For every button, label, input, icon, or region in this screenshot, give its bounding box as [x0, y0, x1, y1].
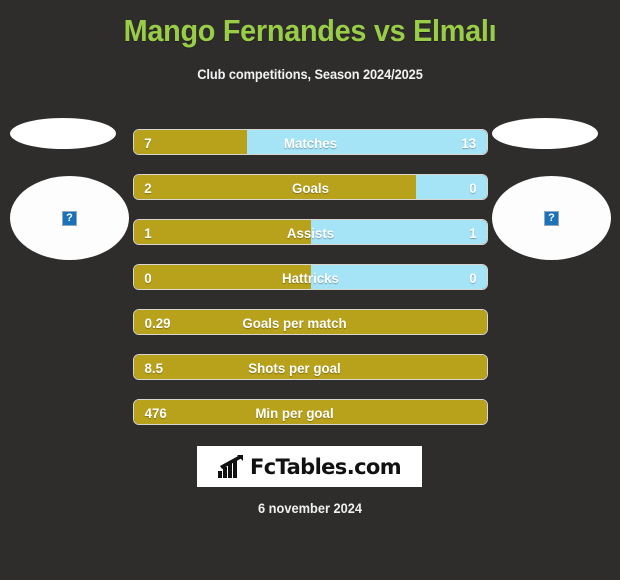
away-avatar-main-ellipse: ? — [492, 176, 611, 260]
fctables-logo[interactable]: FcTables.com — [197, 446, 422, 487]
stat-away-value: 0 — [469, 180, 477, 196]
broken-image-icon: ? — [62, 210, 77, 226]
stat-home-value: 8.5 — [144, 360, 163, 376]
stat-away-fill — [246, 130, 487, 154]
page-subtitle: Club competitions, Season 2024/2025 — [197, 67, 423, 82]
broken-image-icon: ? — [544, 210, 559, 226]
stat-row: 8.5 Shots per goal — [133, 354, 488, 380]
stat-away-value: 0 — [469, 270, 477, 286]
stat-away-fill — [310, 265, 487, 289]
stat-row: 0 0 Hattricks — [133, 264, 488, 290]
stat-home-fill — [134, 265, 311, 289]
stat-home-value: 2 — [144, 180, 152, 196]
stat-home-value: 7 — [144, 135, 152, 151]
stat-away-value: 1 — [469, 225, 477, 241]
fctables-logo-text: FcTables.com — [249, 454, 402, 479]
stat-away-fill — [310, 220, 487, 244]
stat-row: 2 0 Goals — [133, 174, 488, 200]
stat-home-fill — [134, 175, 417, 199]
stat-home-fill — [134, 220, 311, 244]
stat-home-fill — [134, 355, 487, 379]
stats-comparison-list: 7 13 Matches 2 0 Goals 1 1 Assists 0 0 Hattricks 0.2… — [133, 129, 488, 444]
stat-row: 1 1 Assists — [133, 219, 488, 245]
stat-home-value: 0 — [144, 270, 152, 286]
stat-row: 0.29 Goals per match — [133, 309, 488, 335]
away-avatar-top-ellipse — [492, 118, 598, 149]
stat-row: 476 Min per goal — [133, 399, 488, 425]
away-player-avatar: ? — [490, 118, 612, 263]
stat-away-value: 13 — [461, 135, 477, 151]
stat-home-value: 1 — [144, 225, 152, 241]
stat-home-value: 0.29 — [144, 315, 171, 331]
stat-row: 7 13 Matches — [133, 129, 488, 155]
stat-home-value: 476 — [144, 405, 167, 421]
home-player-avatar: ? — [8, 118, 130, 263]
bar-chart-growth-icon — [217, 454, 243, 478]
stat-home-fill — [134, 400, 487, 424]
generated-date: 6 november 2024 — [257, 501, 363, 516]
home-avatar-top-ellipse — [10, 118, 116, 149]
page-title: Mango Fernandes vs Elmalı — [123, 13, 497, 48]
home-avatar-main-ellipse: ? — [10, 176, 129, 260]
stat-home-fill — [134, 310, 487, 334]
